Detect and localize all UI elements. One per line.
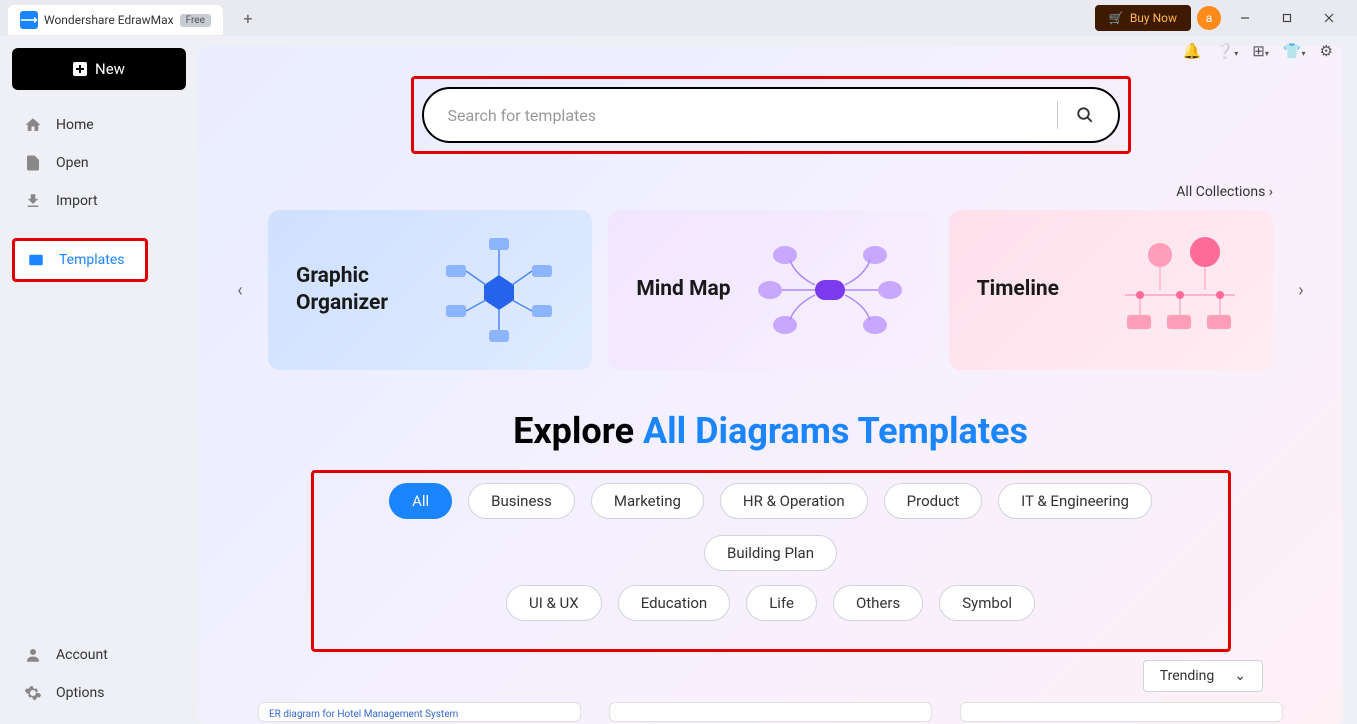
top-toolbar: 🔔 ❔▾ ⊞▾ 👕▾ ⚙ bbox=[1183, 42, 1333, 60]
sidebar-item-home[interactable]: Home bbox=[12, 106, 186, 144]
filter-business[interactable]: Business bbox=[468, 483, 575, 519]
maximize-button[interactable] bbox=[1269, 3, 1305, 33]
card-timeline[interactable]: Timeline bbox=[949, 210, 1273, 370]
card-graphic-organizer[interactable]: Graphic Organizer bbox=[268, 210, 592, 370]
template-card[interactable] bbox=[960, 702, 1283, 722]
new-tab-button[interactable]: + bbox=[233, 9, 263, 28]
sidebar-item-label: Templates bbox=[59, 252, 125, 268]
category-carousel: ‹ Graphic Organizer bbox=[228, 210, 1313, 370]
filter-all[interactable]: All bbox=[389, 483, 452, 519]
shirt-icon[interactable]: 👕▾ bbox=[1283, 42, 1306, 60]
cart-icon: 🛒 bbox=[1109, 11, 1124, 25]
filter-others[interactable]: Others bbox=[833, 585, 923, 621]
template-card[interactable] bbox=[609, 702, 932, 722]
filters-highlight: All Business Marketing HR & Operation Pr… bbox=[311, 470, 1231, 652]
filter-hr-operation[interactable]: HR & Operation bbox=[720, 483, 868, 519]
home-icon bbox=[24, 116, 42, 134]
filter-row-2: UI & UX Education Life Others Symbol bbox=[326, 585, 1216, 621]
sidebar-item-label: Options bbox=[56, 685, 104, 701]
sidebar-item-label: Home bbox=[56, 117, 94, 133]
card-title: Timeline bbox=[977, 276, 1059, 303]
search-icon[interactable] bbox=[1076, 106, 1094, 124]
filter-education[interactable]: Education bbox=[618, 585, 731, 621]
carousel-next[interactable]: › bbox=[1289, 280, 1313, 301]
filter-marketing[interactable]: Marketing bbox=[591, 483, 704, 519]
settings-icon[interactable]: ⚙ bbox=[1320, 42, 1333, 60]
sidebar-item-import[interactable]: Import bbox=[12, 182, 186, 220]
filter-it-engineering[interactable]: IT & Engineering bbox=[998, 483, 1152, 519]
chevron-down-icon: ⌄ bbox=[1234, 668, 1246, 684]
new-button[interactable]: New bbox=[12, 48, 186, 90]
card-mind-map[interactable]: Mind Map bbox=[608, 210, 932, 370]
all-collections-link[interactable]: All Collections › bbox=[228, 154, 1313, 210]
plus-icon bbox=[73, 62, 87, 76]
app-tab[interactable]: ⟶ Wondershare EdrawMax Free bbox=[8, 5, 223, 35]
sidebar-item-label: Import bbox=[56, 193, 98, 209]
explore-heading: Explore All Diagrams Templates bbox=[228, 410, 1313, 452]
template-card[interactable]: ER diagram for Hotel Management System bbox=[258, 702, 581, 722]
sidebar-item-label: Account bbox=[56, 647, 108, 663]
file-icon bbox=[24, 154, 42, 172]
help-icon[interactable]: ❔▾ bbox=[1216, 42, 1239, 60]
main-panel: All Collections › ‹ Graphic Organizer bbox=[198, 46, 1343, 724]
filter-building-plan[interactable]: Building Plan bbox=[704, 535, 837, 571]
card-title: Mind Map bbox=[636, 276, 730, 303]
filter-symbol[interactable]: Symbol bbox=[939, 585, 1035, 621]
search-highlight bbox=[411, 76, 1131, 154]
search-box[interactable] bbox=[422, 87, 1120, 143]
graphic-organizer-icon bbox=[434, 230, 564, 350]
buy-now-button[interactable]: 🛒 Buy Now bbox=[1095, 5, 1191, 31]
sidebar: New Home Open Import Templates Accoun bbox=[0, 36, 198, 724]
account-icon bbox=[24, 646, 42, 664]
card-title: Graphic Organizer bbox=[296, 263, 388, 318]
app-name: Wondershare EdrawMax bbox=[44, 13, 174, 27]
sidebar-item-label: Open bbox=[56, 155, 89, 171]
app-logo-icon: ⟶ bbox=[20, 11, 38, 29]
sidebar-item-account[interactable]: Account bbox=[12, 636, 186, 674]
sidebar-item-options[interactable]: Options bbox=[12, 674, 186, 712]
sort-row: Trending ⌄ bbox=[228, 652, 1313, 692]
titlebar: ⟶ Wondershare EdrawMax Free + 🛒 Buy Now … bbox=[0, 0, 1357, 36]
close-button[interactable] bbox=[1311, 3, 1347, 33]
sidebar-item-open[interactable]: Open bbox=[12, 144, 186, 182]
avatar[interactable]: a bbox=[1197, 6, 1221, 30]
filter-row-1: All Business Marketing HR & Operation Pr… bbox=[326, 483, 1216, 571]
content: 🔔 ❔▾ ⊞▾ 👕▾ ⚙ All Collections › bbox=[198, 36, 1357, 724]
timeline-icon bbox=[1115, 230, 1245, 350]
filter-product[interactable]: Product bbox=[884, 483, 982, 519]
import-icon bbox=[24, 192, 42, 210]
apps-icon[interactable]: ⊞▾ bbox=[1252, 42, 1269, 60]
minimize-button[interactable] bbox=[1227, 3, 1263, 33]
sidebar-item-templates[interactable]: Templates bbox=[15, 241, 145, 279]
search-input[interactable] bbox=[448, 106, 1039, 125]
bell-icon[interactable]: 🔔 bbox=[1183, 42, 1202, 60]
mind-map-icon bbox=[755, 230, 905, 350]
free-badge: Free bbox=[180, 14, 211, 27]
templates-grid: ER diagram for Hotel Management System bbox=[228, 692, 1313, 722]
filter-ui-ux[interactable]: UI & UX bbox=[506, 585, 602, 621]
templates-icon bbox=[27, 251, 45, 269]
search-divider bbox=[1057, 101, 1058, 129]
sort-dropdown[interactable]: Trending ⌄ bbox=[1143, 660, 1263, 692]
chevron-right-icon: › bbox=[1269, 184, 1273, 200]
gear-icon bbox=[24, 684, 42, 702]
filter-life[interactable]: Life bbox=[746, 585, 817, 621]
carousel-prev[interactable]: ‹ bbox=[228, 280, 252, 301]
